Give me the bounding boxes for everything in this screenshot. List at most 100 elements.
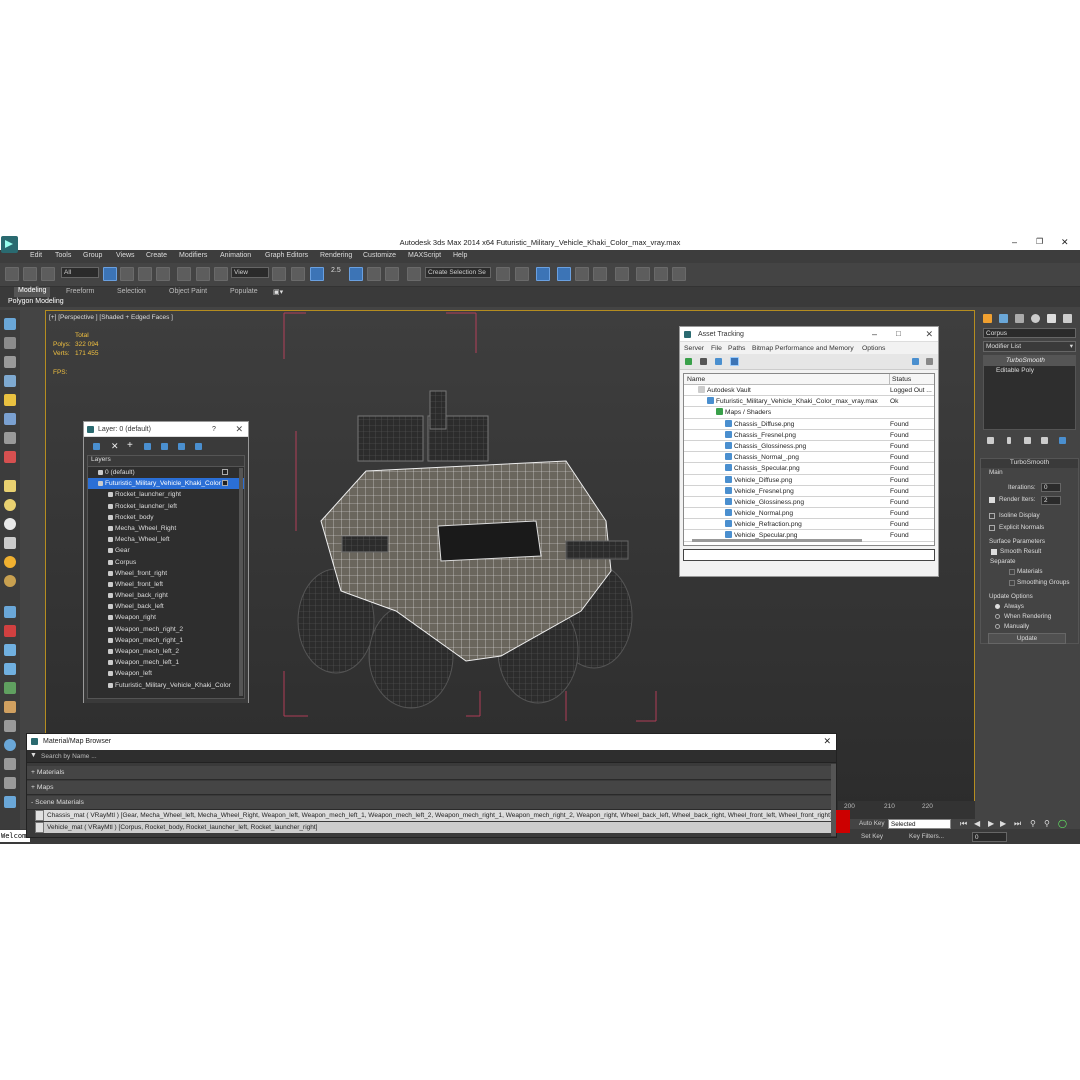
table-view-icon[interactable]: [730, 357, 739, 366]
isoline-checkbox[interactable]: [989, 513, 995, 519]
menu-create[interactable]: Create: [146, 252, 167, 259]
active-layer-checkbox[interactable]: [222, 469, 228, 475]
settings-icon[interactable]: [4, 758, 16, 770]
render-icon[interactable]: [672, 267, 686, 281]
move-icon[interactable]: [177, 267, 191, 281]
update-button[interactable]: Update: [988, 633, 1066, 644]
auto-key-button[interactable]: Auto Key: [859, 820, 885, 827]
active-layer-checkbox[interactable]: [222, 480, 228, 487]
layer-item[interactable]: Wheel_front_left: [88, 579, 244, 590]
layer-item[interactable]: Rocket_launcher_left: [88, 501, 244, 512]
close-icon[interactable]: ✕: [823, 736, 831, 747]
dynamics-icon[interactable]: [4, 663, 16, 675]
layer-item[interactable]: Weapon_right: [88, 612, 244, 623]
utilities-tab-icon[interactable]: [1063, 314, 1072, 323]
group-maps[interactable]: + Maps: [27, 781, 836, 795]
layer-icon[interactable]: [4, 337, 16, 349]
layer-item[interactable]: Futuristic_Military_Vehicle_Khaki_Color: [88, 680, 244, 691]
layer-item[interactable]: Gear: [88, 545, 244, 556]
ref-coord-dropdown[interactable]: View: [231, 267, 269, 278]
snowflake-icon[interactable]: [4, 606, 16, 618]
tab-modeling[interactable]: Modeling: [14, 287, 51, 297]
help-button[interactable]: ?: [212, 426, 216, 433]
add-to-layer-icon[interactable]: +: [127, 440, 133, 451]
asset-row[interactable]: Vehicle_Refraction.png Found: [684, 519, 934, 531]
material-vehicle[interactable]: Vehicle_mat ( VRayMtl ) [Corpus, Rocket_…: [35, 822, 831, 833]
tab-freeform[interactable]: Freeform: [66, 288, 94, 295]
render-iters-checkbox[interactable]: [989, 497, 995, 503]
settings-icon[interactable]: [926, 358, 933, 365]
menu-help[interactable]: Help: [453, 252, 467, 259]
stack-item-turbosmooth[interactable]: TurboSmooth: [984, 356, 1075, 366]
globe-icon[interactable]: [4, 739, 16, 751]
hierarchy-tab-icon[interactable]: [1015, 314, 1024, 323]
layer-scrollbar[interactable]: [239, 468, 243, 696]
help-icon[interactable]: [912, 358, 919, 365]
motion-tab-icon[interactable]: [1031, 314, 1040, 323]
asset-table[interactable]: Name Status Autodesk Vault Logged Out ...…: [683, 373, 935, 546]
spacewarp-icon[interactable]: [4, 451, 16, 463]
minimize-icon[interactable]: –: [1012, 237, 1017, 247]
group-scene-materials[interactable]: - Scene Materials: [27, 796, 836, 810]
select-object-icon[interactable]: [103, 267, 117, 281]
menu-modifiers[interactable]: Modifiers: [179, 252, 207, 259]
delete-layer-icon[interactable]: ✕: [111, 441, 119, 452]
ribbon-options-icon[interactable]: ▣▾: [273, 288, 283, 296]
helper-icon[interactable]: [4, 432, 16, 444]
next-frame-icon[interactable]: ▶: [1000, 819, 1006, 828]
asset-row[interactable]: Vehicle_Glossiness.png Found: [684, 497, 934, 509]
bone-icon[interactable]: [4, 701, 16, 713]
explicit-normals-checkbox[interactable]: [989, 525, 995, 531]
timeline-ruler[interactable]: 200 210 220: [838, 801, 975, 819]
app-logo-icon[interactable]: [1, 236, 18, 253]
list-icon[interactable]: [4, 356, 16, 368]
set-key-button[interactable]: Set Key: [861, 833, 883, 840]
material-editor-icon[interactable]: [615, 267, 629, 281]
search-bar[interactable]: ▼ Search by Name ...: [27, 750, 836, 763]
menu-maxscript[interactable]: MAXScript: [408, 252, 441, 259]
menu-bitmap-performance[interactable]: Bitmap Performance and Memory: [752, 345, 854, 352]
window-crossing-icon[interactable]: [156, 267, 170, 281]
menu-options[interactable]: Options: [862, 345, 885, 352]
internet-icon[interactable]: [4, 796, 16, 808]
asset-row[interactable]: Chassis_Normal_.png Found: [684, 452, 934, 464]
foliage-icon[interactable]: [4, 682, 16, 694]
close-icon[interactable]: ✕: [235, 424, 243, 435]
smooth-result-checkbox[interactable]: [991, 549, 997, 555]
named-selection-dropdown[interactable]: Create Selection Se: [425, 267, 491, 278]
configure-sets-icon[interactable]: [1059, 437, 1066, 444]
remove-modifier-icon[interactable]: [1041, 437, 1048, 444]
asset-path-field[interactable]: [683, 549, 935, 561]
freeze-all-icon[interactable]: [195, 443, 202, 450]
go-to-start-icon[interactable]: ⏮: [960, 819, 967, 829]
asset-row[interactable]: Autodesk Vault Logged Out ...: [684, 385, 934, 397]
pivot-icon[interactable]: [272, 267, 286, 281]
key-filters-button[interactable]: Key Filters...: [909, 833, 944, 840]
particle-icon[interactable]: [4, 644, 16, 656]
torus-icon[interactable]: [4, 575, 16, 587]
tab-selection[interactable]: Selection: [117, 288, 146, 295]
sphere-icon[interactable]: [4, 499, 16, 511]
layer-item[interactable]: Weapon_mech_left_2: [88, 646, 244, 657]
chevron-down-icon[interactable]: ▼: [30, 752, 37, 759]
render-frame-icon[interactable]: [654, 267, 668, 281]
sun-icon[interactable]: [4, 556, 16, 568]
spinner-snap-icon[interactable]: [385, 267, 399, 281]
render-iters-spinner[interactable]: 2: [1041, 496, 1061, 505]
mirror-icon[interactable]: [496, 267, 510, 281]
paint-icon[interactable]: [4, 625, 16, 637]
asset-row[interactable]: Maps / Shaders: [684, 407, 934, 419]
create-tab-icon[interactable]: [983, 314, 992, 323]
layer-item[interactable]: Rocket_body: [88, 512, 244, 523]
go-to-end-icon[interactable]: ⏭: [1014, 819, 1021, 829]
asset-row[interactable]: Chassis_Diffuse.png Found: [684, 419, 934, 430]
asset-hscrollbar[interactable]: [692, 539, 862, 542]
curve-editor-icon[interactable]: [575, 267, 589, 281]
menu-server[interactable]: Server: [684, 345, 704, 352]
maximize-icon[interactable]: □: [896, 329, 901, 338]
layer-item[interactable]: 0 (default): [88, 467, 244, 478]
schematic-view-icon[interactable]: [593, 267, 607, 281]
asset-row[interactable]: Vehicle_Diffuse.png Found: [684, 475, 934, 486]
scale-icon[interactable]: [214, 267, 228, 281]
angle-snap-icon[interactable]: [349, 267, 363, 281]
